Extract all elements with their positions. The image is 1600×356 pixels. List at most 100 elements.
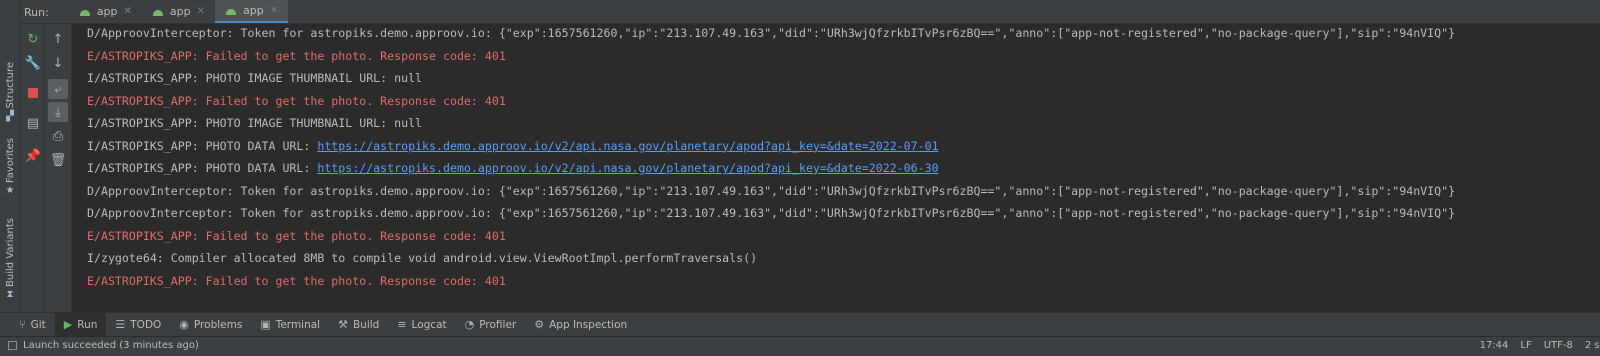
close-icon[interactable]: ✕	[270, 5, 278, 16]
log-text: D/ApproovInterceptor: Token for astropik…	[87, 26, 1456, 40]
status-right-group: 17:44 LF UTF-8 2 sp	[1480, 340, 1600, 351]
log-text: I/ASTROPIKS_APP: PHOTO DATA URL:	[87, 161, 318, 176]
log-text: D/ApproovInterceptor: Token for astropik…	[87, 183, 1456, 198]
tool-run-button[interactable]: ▶ Run	[54, 312, 107, 337]
git-icon: ⑂	[19, 318, 26, 331]
file-encoding[interactable]: UTF-8	[1544, 340, 1573, 351]
log-text: I/zygote64: Compiler allocated 8MB to co…	[87, 251, 758, 266]
tool-label: TODO	[130, 318, 162, 331]
down-arrow-icon[interactable]: ↓	[48, 53, 68, 73]
layout-icon[interactable]: ▤	[23, 113, 43, 133]
up-arrow-icon[interactable]: ↑	[48, 29, 68, 49]
tool-label: Terminal	[275, 318, 321, 331]
log-link[interactable]: https://astropiks.demo.approov.io/v2/api…	[317, 161, 938, 175]
close-icon[interactable]: ✕	[197, 6, 205, 17]
soft-wrap-icon[interactable]: ⤶	[48, 79, 68, 99]
log-text: E/ASTROPIKS_APP: Failed to get the photo…	[87, 228, 506, 243]
console-actions-toolbar: ↑ ↓ ⤶ ⤓ ⎙ 🗑	[45, 24, 72, 336]
tab-label: app	[169, 5, 191, 18]
tool-label: App Inspection	[549, 318, 628, 331]
log-line: E/ASTROPIKS_APP: Failed to get the photo…	[87, 47, 1600, 70]
android-icon	[152, 7, 164, 17]
run-actions-toolbar: ↻ 🔧 ▤ 📌	[20, 24, 45, 336]
log-line: I/ASTROPIKS_APP: PHOTO IMAGE THUMBNAIL U…	[87, 114, 1600, 137]
trash-icon[interactable]: 🗑	[48, 150, 68, 170]
wrench-icon[interactable]: 🔧	[23, 53, 43, 73]
build-icon: ⚒	[338, 318, 348, 331]
log-line: D/ApproovInterceptor: Token for astropik…	[87, 24, 1600, 47]
log-text: I/ASTROPIKS_APP: PHOTO DATA URL:	[87, 138, 318, 153]
favorites-tab[interactable]: Favorites ★	[0, 138, 20, 196]
tool-label: Profiler	[479, 318, 517, 331]
run-tab-app-2[interactable]: app ✕	[142, 0, 215, 23]
log-text: E/ASTROPIKS_APP: Failed to get the photo…	[87, 48, 506, 63]
log-line: I/ASTROPIKS_APP: PHOTO IMAGE THUMBNAIL U…	[87, 69, 1600, 92]
log-text: D/ApproovInterceptor: Token for astropik…	[87, 206, 1456, 221]
tool-label: Run	[77, 318, 98, 331]
star-icon: ★	[5, 185, 15, 197]
run-tab-bar: Run: app ✕ app ✕ app ✕	[20, 0, 1600, 24]
line-separator[interactable]: LF	[1520, 340, 1531, 351]
android-icon	[225, 6, 237, 16]
status-square-icon	[8, 341, 17, 350]
log-line: E/ASTROPIKS_APP: Failed to get the photo…	[87, 272, 1600, 295]
console-lines: D/ApproovInterceptor: Token for astropik…	[87, 24, 1600, 295]
log-line: I/ASTROPIKS_APP: PHOTO DATA URL: https:/…	[87, 159, 1600, 182]
tool-profiler-button[interactable]: ◔ Profiler	[456, 313, 526, 337]
todo-icon: ☰	[115, 318, 126, 331]
log-text: I/ASTROPIKS_APP: PHOTO IMAGE THUMBNAIL U…	[87, 116, 423, 131]
log-text: E/ASTROPIKS_APP: Failed to get the photo…	[87, 93, 506, 108]
left-tool-strip: Structure ▞ Favorites ★ Build Variants ⧗	[0, 0, 20, 336]
status-message[interactable]: Launch succeeded (3 minutes ago)	[8, 340, 199, 351]
log-line: I/ASTROPIKS_APP: PHOTO DATA URL: https:/…	[87, 137, 1600, 160]
log-text: E/ASTROPIKS_APP: Failed to get the photo…	[87, 274, 506, 289]
build-variants-label: Build Variants	[4, 218, 16, 287]
print-icon[interactable]: ⎙	[48, 126, 68, 146]
pin-icon[interactable]: 📌	[23, 146, 43, 166]
tab-label: app	[96, 5, 118, 18]
build-variants-icon: ⧗	[6, 288, 14, 300]
tool-problems-button[interactable]: ◉ Problems	[170, 313, 251, 337]
tool-todo-button[interactable]: ☰ TODO	[106, 313, 170, 337]
tool-terminal-button[interactable]: ▣ Terminal	[251, 313, 329, 337]
tool-label: Git	[30, 318, 46, 331]
status-bar: Launch succeeded (3 minutes ago) 17:44 L…	[0, 336, 1600, 356]
status-message-text: Launch succeeded (3 minutes ago)	[23, 340, 199, 351]
run-tab-app-1[interactable]: app ✕	[69, 0, 142, 23]
tab-label: app	[243, 4, 264, 17]
run-icon: ▶	[63, 318, 73, 331]
run-tab-app-3[interactable]: app ✕	[215, 0, 289, 23]
structure-label: Structure	[4, 62, 16, 109]
console-output[interactable]: D/ApproovInterceptor: Token for astropik…	[72, 24, 1600, 312]
problems-icon: ◉	[179, 318, 189, 331]
caret-position[interactable]: 17:44	[1480, 340, 1509, 351]
structure-tab[interactable]: Structure ▞	[0, 62, 20, 122]
log-link[interactable]: https://astropiks.demo.approov.io/v2/api…	[317, 139, 938, 153]
scroll-to-end-icon[interactable]: ⤓	[48, 102, 68, 122]
app-inspection-icon: ⚙	[534, 318, 545, 331]
log-text: I/ASTROPIKS_APP: PHOTO IMAGE THUMBNAIL U…	[87, 71, 423, 86]
close-icon[interactable]: ✕	[124, 6, 132, 17]
tool-label: Logcat	[411, 318, 447, 331]
log-line: I/zygote64: Compiler allocated 8MB to co…	[87, 249, 1600, 272]
build-variants-tab[interactable]: Build Variants ⧗	[0, 218, 20, 300]
profiler-icon: ◔	[464, 318, 475, 331]
tool-app-inspection-button[interactable]: ⚙ App Inspection	[525, 313, 636, 337]
tool-label: Problems	[193, 318, 243, 331]
indent-setting[interactable]: 2 sp	[1585, 340, 1600, 351]
rerun-icon[interactable]: ↻	[23, 29, 43, 49]
tool-window-bar: ⑂ Git ▶ Run ☰ TODO ◉ Problems ▣ Terminal ⚒ Build ≡ Lo…	[0, 312, 1600, 337]
terminal-icon: ▣	[260, 318, 271, 331]
tool-logcat-button[interactable]: ≡ Logcat	[388, 313, 455, 337]
logcat-icon: ≡	[397, 318, 407, 331]
tool-git-button[interactable]: ⑂ Git	[10, 313, 55, 337]
tool-label: Build	[352, 318, 380, 331]
structure-icon: ▞	[6, 110, 14, 122]
stop-icon[interactable]	[23, 83, 43, 103]
tool-build-button[interactable]: ⚒ Build	[329, 313, 388, 337]
log-line: D/ApproovInterceptor: Token for astropik…	[87, 182, 1600, 205]
run-panel-label: Run:	[24, 6, 49, 19]
log-line: E/ASTROPIKS_APP: Failed to get the photo…	[87, 227, 1600, 250]
android-icon	[79, 7, 91, 17]
favorites-label: Favorites	[4, 138, 16, 184]
